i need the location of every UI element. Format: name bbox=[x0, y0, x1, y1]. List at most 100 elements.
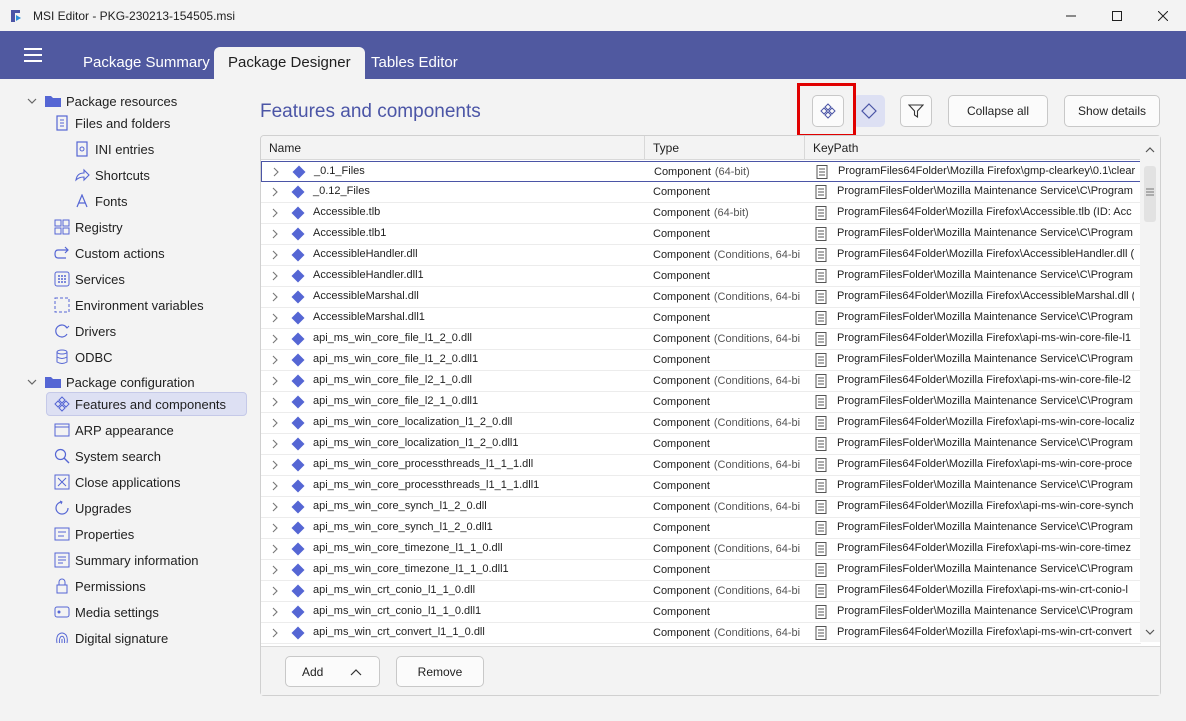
file-icon bbox=[815, 374, 827, 388]
chevron-right-icon[interactable] bbox=[271, 271, 279, 281]
tab-package-summary[interactable]: Package Summary bbox=[69, 47, 224, 79]
maximize-icon bbox=[1112, 10, 1122, 21]
tree-item-registry[interactable]: Registry bbox=[53, 215, 123, 239]
tree-item-services[interactable]: Services bbox=[53, 267, 125, 291]
chevron-up-icon[interactable] bbox=[350, 668, 362, 676]
component-diamond-icon bbox=[291, 458, 305, 472]
table-row[interactable]: api_ms_win_core_file_l1_2_0.dll Component… bbox=[261, 329, 1141, 350]
chevron-right-icon[interactable] bbox=[271, 544, 279, 554]
chevron-right-icon[interactable] bbox=[271, 376, 279, 386]
file-icon bbox=[815, 395, 827, 409]
chevron-right-icon[interactable] bbox=[271, 292, 279, 302]
filter-button[interactable] bbox=[900, 95, 932, 127]
tree-item-features-and-components[interactable]: Features and components bbox=[46, 392, 247, 416]
chevron-right-icon[interactable] bbox=[271, 187, 279, 197]
database-icon bbox=[53, 348, 71, 366]
chevron-right-icon[interactable] bbox=[271, 355, 279, 365]
scroll-up-icon[interactable] bbox=[1145, 146, 1155, 154]
table-row[interactable]: api_ms_win_core_localization_l1_2_0.dll1… bbox=[261, 434, 1141, 455]
minimize-button[interactable] bbox=[1048, 0, 1094, 31]
tree-item-odbc[interactable]: ODBC bbox=[53, 345, 113, 369]
table-row[interactable]: api_ms_win_core_file_l1_2_0.dll1 Componen… bbox=[261, 350, 1141, 371]
row-type-attributes: (Conditions, 64-bi bbox=[713, 585, 801, 597]
vertical-scrollbar[interactable] bbox=[1140, 136, 1160, 642]
table-row[interactable]: api_ms_win_core_synch_l1_2_0.dll1 Compone… bbox=[261, 518, 1141, 539]
add-button[interactable]: Add bbox=[285, 656, 380, 687]
column-header-name[interactable]: Name bbox=[261, 136, 645, 160]
components-view-toggle[interactable] bbox=[853, 95, 885, 127]
tree-item-arp-appearance[interactable]: ARP appearance bbox=[53, 418, 174, 442]
tree-item-summary-information[interactable]: Summary information bbox=[53, 548, 199, 572]
maximize-button[interactable] bbox=[1094, 0, 1140, 31]
chevron-right-icon[interactable] bbox=[271, 565, 279, 575]
chevron-right-icon[interactable] bbox=[271, 250, 279, 260]
table-row[interactable]: api_ms_win_crt_convert_l1_1_0.dll Compone… bbox=[261, 623, 1141, 644]
show-details-button[interactable]: Show details bbox=[1064, 95, 1160, 127]
lock-icon bbox=[53, 577, 71, 595]
table-row[interactable]: AccessibleHandler.dll Component (Condition… bbox=[261, 245, 1141, 266]
tree-item-close-applications[interactable]: Close applications bbox=[53, 470, 181, 494]
row-type: Component bbox=[653, 396, 803, 408]
close-button[interactable] bbox=[1140, 0, 1186, 31]
chevron-right-icon[interactable] bbox=[271, 229, 279, 239]
tree-item-drivers[interactable]: Drivers bbox=[53, 319, 116, 343]
tree-item-permissions[interactable]: Permissions bbox=[53, 574, 146, 598]
tree-item-properties[interactable]: Properties bbox=[53, 522, 134, 546]
tree-item-system-search[interactable]: System search bbox=[53, 444, 161, 468]
tree-item-label: Services bbox=[75, 271, 125, 287]
tab-package-designer[interactable]: Package Designer bbox=[214, 47, 365, 79]
table-row[interactable]: api_ms_win_crt_conio_l1_1_0.dll Component… bbox=[261, 581, 1141, 602]
table-row[interactable]: AccessibleMarshal.dll1 Component ProgramFi… bbox=[261, 308, 1141, 329]
table-row[interactable]: _0.1_Files Component (64-bit) ProgramFiles6… bbox=[261, 161, 1141, 182]
row-keypath: ProgramFiles64Folder\Mozilla Firefox\api… bbox=[837, 374, 1132, 386]
tree-item-digital-signature[interactable]: Digital signature bbox=[53, 626, 168, 650]
tab-tables-editor[interactable]: Tables Editor bbox=[357, 47, 472, 79]
chevron-right-icon[interactable] bbox=[271, 481, 279, 491]
table-row[interactable]: Accessible.tlb1 Component ProgramFilesFold… bbox=[261, 224, 1141, 245]
tree-item-custom-actions[interactable]: Custom actions bbox=[53, 241, 165, 265]
chevron-down-icon[interactable] bbox=[26, 376, 38, 388]
chevron-right-icon[interactable] bbox=[271, 523, 279, 533]
tree-item-fonts[interactable]: Fonts bbox=[73, 189, 128, 213]
tree-group-package-resources[interactable]: Package resources bbox=[44, 89, 177, 113]
chevron-right-icon[interactable] bbox=[271, 418, 279, 428]
table-row[interactable]: AccessibleMarshal.dll Component (Condition… bbox=[261, 287, 1141, 308]
table-row[interactable]: api_ms_win_core_synch_l1_2_0.dll Componen… bbox=[261, 497, 1141, 518]
table-row[interactable]: api_ms_win_core_localization_l1_2_0.dll C… bbox=[261, 413, 1141, 434]
table-row[interactable]: api_ms_win_core_processthreads_l1_1_1.dl… bbox=[261, 476, 1141, 497]
chevron-right-icon[interactable] bbox=[271, 334, 279, 344]
table-row[interactable]: api_ms_win_core_file_l2_1_0.dll1 Componen… bbox=[261, 392, 1141, 413]
chevron-right-icon[interactable] bbox=[271, 439, 279, 449]
column-header-type[interactable]: Type bbox=[645, 136, 805, 160]
tree-item-ini-entries[interactable]: INI entries bbox=[73, 137, 154, 161]
remove-button[interactable]: Remove bbox=[396, 656, 484, 687]
table-row[interactable]: api_ms_win_core_timezone_l1_1_0.dll1 Comp… bbox=[261, 560, 1141, 581]
table-row[interactable]: api_ms_win_crt_conio_l1_1_0.dll1 Componen… bbox=[261, 602, 1141, 623]
table-row[interactable]: AccessibleHandler.dll1 Component ProgramFi… bbox=[261, 266, 1141, 287]
tree-group-package-configuration[interactable]: Package configuration bbox=[44, 370, 195, 394]
column-header-keypath[interactable]: KeyPath bbox=[805, 136, 1141, 160]
chevron-right-icon[interactable] bbox=[271, 586, 279, 596]
chevron-right-icon[interactable] bbox=[271, 460, 279, 470]
tree-item-media-settings[interactable]: Media settings bbox=[53, 600, 159, 624]
table-row[interactable]: api_ms_win_core_timezone_l1_1_0.dll Compo… bbox=[261, 539, 1141, 560]
chevron-right-icon[interactable] bbox=[271, 628, 279, 638]
tree-item-files-and-folders[interactable]: Files and folders bbox=[53, 111, 170, 135]
scroll-down-icon[interactable] bbox=[1145, 628, 1155, 636]
chevron-right-icon[interactable] bbox=[271, 397, 279, 407]
tree-item-environment-variables[interactable]: Environment variables bbox=[53, 293, 204, 317]
chevron-right-icon[interactable] bbox=[271, 313, 279, 323]
chevron-right-icon[interactable] bbox=[272, 167, 280, 177]
tree-item-upgrades[interactable]: Upgrades bbox=[53, 496, 131, 520]
chevron-down-icon[interactable] bbox=[26, 95, 38, 107]
collapse-all-button[interactable]: Collapse all bbox=[948, 95, 1048, 127]
table-row[interactable]: _0.12_Files Component ProgramFilesFolder\M… bbox=[261, 182, 1141, 203]
hamburger-menu-icon[interactable] bbox=[24, 48, 42, 62]
tree-item-shortcuts[interactable]: Shortcuts bbox=[73, 163, 150, 187]
chevron-right-icon[interactable] bbox=[271, 502, 279, 512]
chevron-right-icon[interactable] bbox=[271, 208, 279, 218]
table-row[interactable]: api_ms_win_core_processthreads_l1_1_1.dl… bbox=[261, 455, 1141, 476]
chevron-right-icon[interactable] bbox=[271, 607, 279, 617]
table-row[interactable]: Accessible.tlb Component (64-bit) ProgramFi… bbox=[261, 203, 1141, 224]
table-row[interactable]: api_ms_win_core_file_l2_1_0.dll Component… bbox=[261, 371, 1141, 392]
